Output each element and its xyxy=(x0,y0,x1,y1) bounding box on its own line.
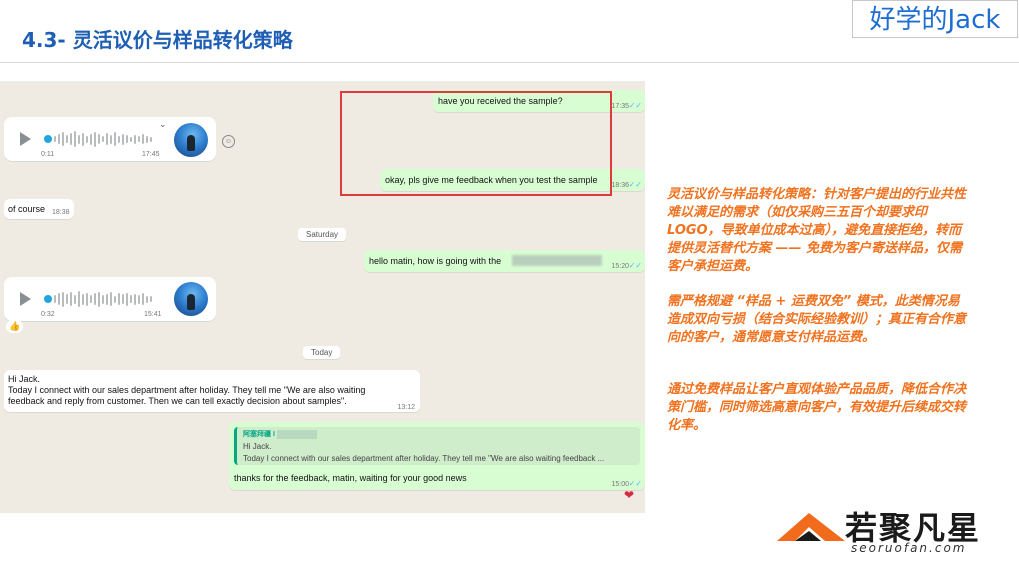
company-logo: 若聚凡星 seoruofan.com xyxy=(775,503,995,563)
quoted-line-2: Today I connect with our sales departmen… xyxy=(243,454,605,463)
message-time: 15:20 xyxy=(611,263,629,270)
quoted-message[interactable]: 阿塞拜疆 I Hi Jack. Today I connect with our… xyxy=(234,427,640,465)
read-ticks-icon: ✓✓ xyxy=(628,180,642,189)
message-line-3: feedback and reply from customer. Then w… xyxy=(8,396,347,406)
message-time: 13:12 xyxy=(397,404,415,411)
date-separator-today: Today xyxy=(303,346,341,359)
redacted-name xyxy=(276,429,317,439)
voice-duration: 0:11 xyxy=(41,151,55,158)
note-paragraph-3: 通过免费样品让客户直观体验产品品质，降低合作决策门槛，同时筛选高意向客户，有效提… xyxy=(667,382,967,433)
redacted-text xyxy=(512,255,602,266)
date-separator-saturday: Saturday xyxy=(298,228,347,241)
voice-message-1[interactable]: 0:11 17:45 ⌄ xyxy=(4,117,216,161)
thumbs-up-reaction[interactable]: 👍 xyxy=(6,320,24,333)
message-of-course[interactable]: of course 18:38 xyxy=(4,199,74,219)
voice-progress-dot[interactable] xyxy=(44,295,52,303)
voice-waveform[interactable] xyxy=(54,290,152,308)
quoted-sender: 阿塞拜疆 I xyxy=(243,431,275,438)
chevron-down-icon[interactable]: ⌄ xyxy=(159,119,167,130)
message-text: of course xyxy=(8,204,46,214)
message-time: 18:38 xyxy=(52,209,70,216)
title-divider xyxy=(0,62,1019,63)
voice-time: 17:45 xyxy=(142,151,160,158)
brand-box: 好学的Jack xyxy=(852,0,1018,38)
avatar xyxy=(174,282,208,316)
read-ticks-icon: ✓✓ xyxy=(628,101,642,110)
voice-time: 15:41 xyxy=(144,311,162,318)
quoted-line-1: Hi Jack. xyxy=(243,442,272,451)
slide-title: 4.3- 灵活议价与样品转化策略 xyxy=(22,28,293,52)
emoji-reaction-icon[interactable]: ☺ xyxy=(222,135,235,148)
voice-message-2[interactable]: 0:32 15:41 xyxy=(4,277,216,321)
avatar xyxy=(174,123,208,157)
voice-progress-dot[interactable] xyxy=(44,135,52,143)
message-reply[interactable]: 阿塞拜疆 I Hi Jack. Today I connect with our… xyxy=(229,422,645,490)
note-paragraph-2: 需严格规避 “样品 + 运费双免” 模式，此类情况易造成双向亏损（结合实际经验教… xyxy=(667,294,967,345)
message-text: hello matin, how is going with the xyxy=(369,256,502,266)
play-icon[interactable] xyxy=(20,132,31,146)
voice-waveform[interactable] xyxy=(54,130,152,148)
read-ticks-icon: ✓✓ xyxy=(628,261,642,270)
message-text: thanks for the feedback, matin, waiting … xyxy=(234,473,467,483)
logo-url: seoruofan.com xyxy=(851,541,967,555)
message-hello-matin[interactable]: hello matin, how is going with the 15:20… xyxy=(364,250,645,272)
note-paragraph-1: 灵活议价与样品转化策略：针对客户提出的行业共性难以满足的需求（如仅采购三五百个却… xyxy=(667,187,967,274)
voice-duration: 0:32 xyxy=(41,311,55,318)
highlight-box xyxy=(340,91,612,196)
logo-mark-icon xyxy=(777,513,845,541)
message-time: 17:35 xyxy=(611,103,629,110)
play-icon[interactable] xyxy=(20,292,31,306)
message-time: 18:36 xyxy=(611,182,629,189)
heart-reaction[interactable]: ❤ xyxy=(624,488,634,502)
message-hi-jack[interactable]: Hi Jack. Today I connect with our sales … xyxy=(4,370,420,412)
